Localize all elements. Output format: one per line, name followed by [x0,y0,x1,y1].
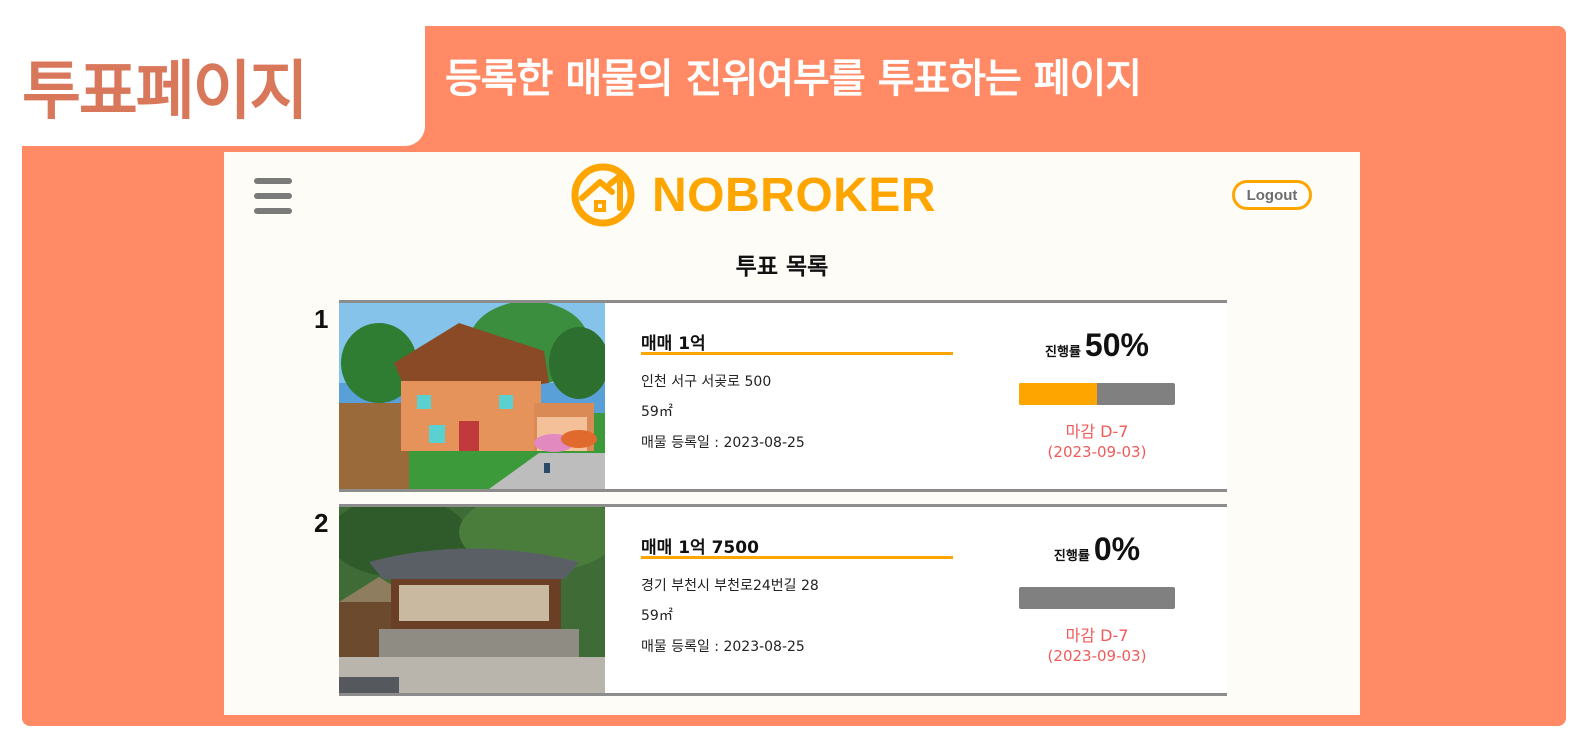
item-registered-date: 매물 등록일 : 2023-08-25 [641,435,805,451]
menu-bar [254,208,292,214]
progress-value: 50% [1084,327,1149,363]
progress-bar [1019,383,1175,405]
deadline: 마감 D-7 [1065,422,1129,441]
item-area: 59㎡ [641,608,673,624]
item-price: 매매 1억 [641,334,706,354]
logo-text: NOBROKER [652,168,937,222]
logo[interactable]: NOBROKER [570,162,936,228]
progress-bar [1019,587,1175,609]
price-divider [641,556,953,559]
house-arrow-logo-icon [571,163,635,227]
item-address: 경기 부천시 부천로24번길 28 [641,578,819,594]
list-title: 투표 목록 [735,254,829,280]
app-window: NOBROKER Logout 투표 목록 1 매매 1억 인천 서구 서곶로 … [224,152,1360,715]
progress-label: 진행률 [1053,549,1090,564]
deadline-date: (2023-09-03) [1047,443,1147,461]
progress-label: 진행률 [1045,345,1081,360]
page-label: 투표페이지 [22,55,308,129]
item-index: 1 [314,304,329,334]
progress-value: 0% [1093,531,1141,567]
item-area: 59㎡ [641,404,673,420]
page-description: 등록한 매물의 진위여부를 투표하는 페이지 [445,56,1142,102]
price-divider [641,352,953,355]
hamburger-icon[interactable] [254,178,292,214]
progress-head: 진행률 50% [1019,327,1175,364]
progress-head: 진행률 0% [1019,531,1175,568]
vote-item[interactable]: 매매 1억 인천 서구 서곶로 500 59㎡ 매물 등록일 : 2023-08… [339,300,1227,492]
menu-bar [254,193,292,199]
deadline: 마감 D-7 [1065,626,1129,645]
item-price: 매매 1억 7500 [641,538,759,558]
menu-bar [254,178,292,184]
deadline-date: (2023-09-03) [1047,647,1147,665]
logout-button[interactable]: Logout [1232,180,1312,210]
vote-item[interactable]: 매매 1억 7500 경기 부천시 부천로24번길 28 59㎡ 매물 등록일 … [339,504,1227,696]
item-registered-date: 매물 등록일 : 2023-08-25 [641,639,805,655]
item-address: 인천 서구 서곶로 500 [641,374,772,390]
property-image [339,303,605,489]
item-index: 2 [314,508,329,538]
progress-fill [1019,383,1097,405]
property-image [339,507,605,693]
